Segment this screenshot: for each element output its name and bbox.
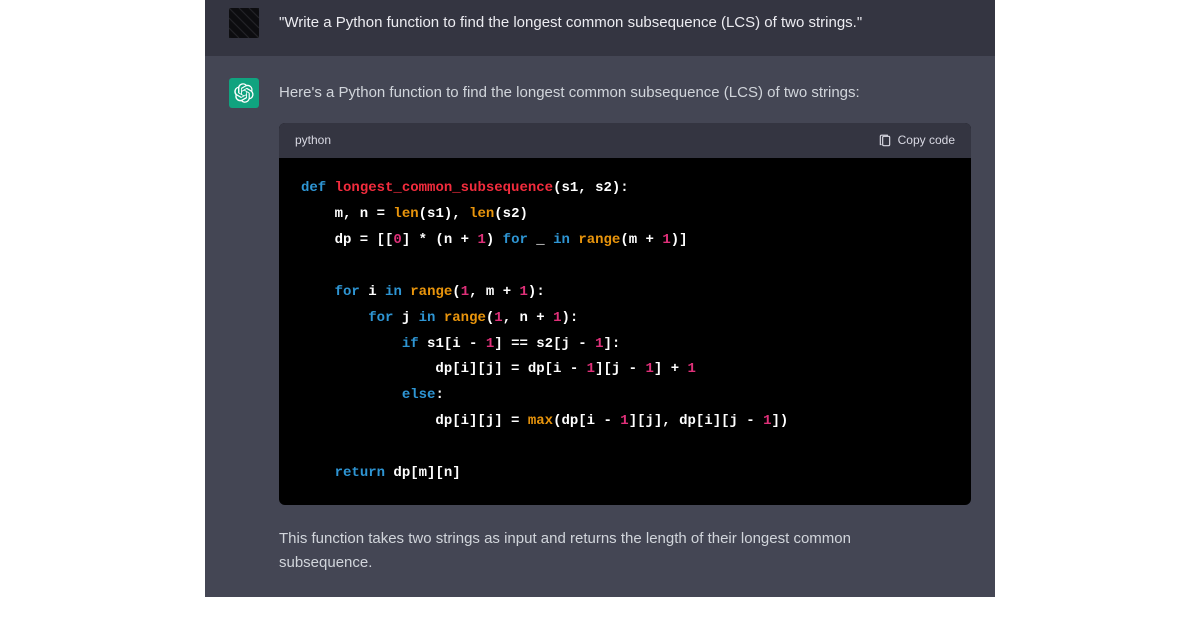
- assistant-message: Here's a Python function to find the lon…: [205, 56, 995, 597]
- copy-code-button[interactable]: Copy code: [878, 131, 955, 150]
- code-block: python Copy code def longest_common_subs…: [279, 123, 971, 505]
- copy-code-label: Copy code: [898, 131, 955, 150]
- assistant-avatar: [229, 78, 259, 108]
- clipboard-icon: [878, 134, 892, 148]
- code-content[interactable]: def longest_common_subsequence(s1, s2): …: [279, 158, 971, 505]
- code-language-label: python: [295, 131, 331, 150]
- user-message-content: "Write a Python function to find the lon…: [279, 8, 971, 38]
- chat-container: "Write a Python function to find the lon…: [205, 0, 995, 597]
- assistant-outro-text: This function takes two strings as input…: [279, 527, 971, 551]
- openai-logo-icon: [234, 83, 254, 103]
- code-header: python Copy code: [279, 123, 971, 158]
- user-message-text: "Write a Python function to find the lon…: [279, 14, 862, 31]
- user-avatar: [229, 8, 259, 38]
- assistant-intro-text: Here's a Python function to find the lon…: [279, 81, 971, 105]
- user-message: "Write a Python function to find the lon…: [205, 0, 995, 56]
- assistant-message-content: Here's a Python function to find the lon…: [279, 78, 971, 575]
- assistant-outro-text-2: subsequence.: [279, 551, 971, 575]
